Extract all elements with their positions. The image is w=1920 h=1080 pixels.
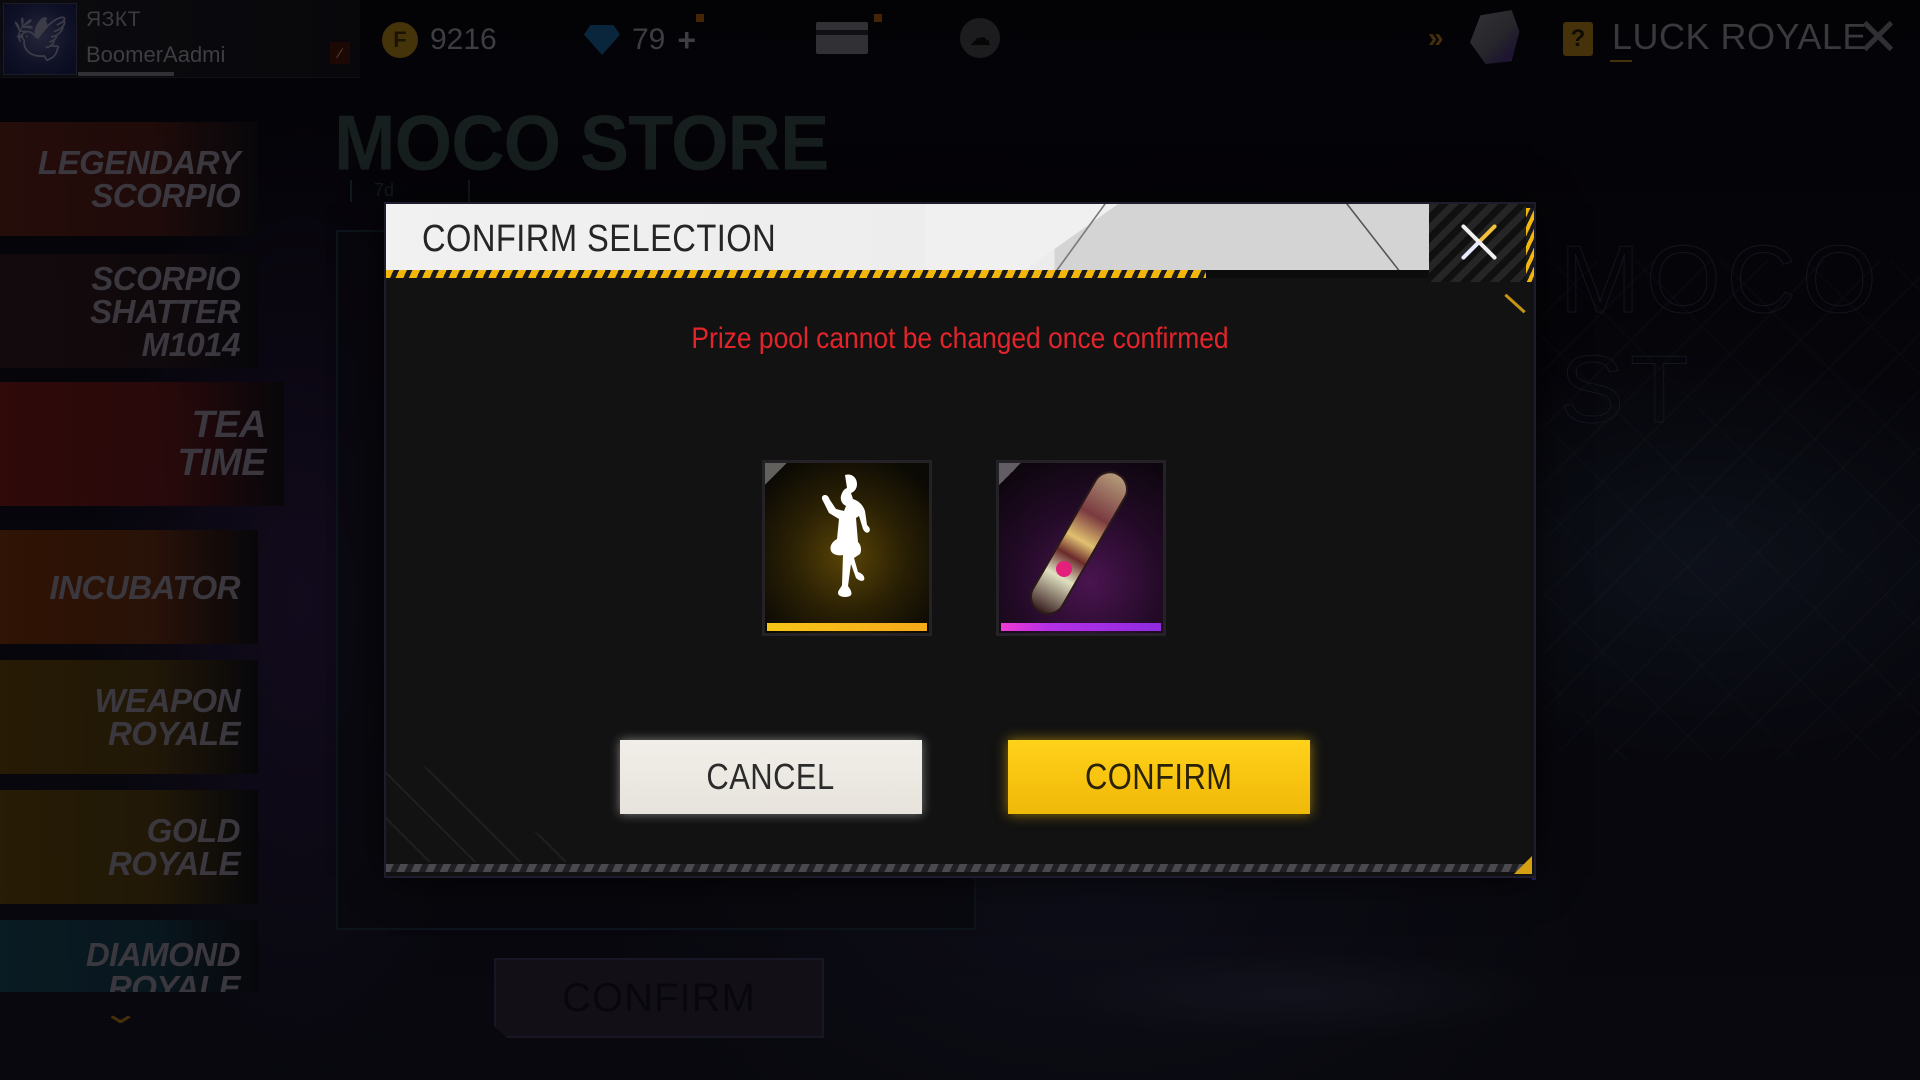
prize-item-emote[interactable] [762, 460, 932, 636]
corner-accent [1504, 293, 1526, 314]
bottom-hazard-stripe [386, 864, 1524, 872]
dialog-header: CONFIRM SELECTION [386, 204, 1429, 272]
confirm-label: CONFIRM [1085, 756, 1233, 797]
cancel-button[interactable]: CANCEL [620, 740, 922, 814]
confirm-selection-dialog: CONFIRM SELECTION Prize pool cannot be c… [386, 204, 1534, 876]
dance-emote-icon [821, 474, 870, 597]
close-button[interactable] [1429, 204, 1526, 282]
rarity-bar-epic [1001, 623, 1161, 631]
dialog-title: CONFIRM SELECTION [422, 218, 777, 260]
cancel-label: CANCEL [706, 756, 836, 797]
skateboard-icon [1023, 464, 1135, 622]
warning-message: Prize pool cannot be changed once confir… [691, 322, 1229, 355]
decorative-lines [386, 744, 586, 862]
header-divider [1346, 204, 1414, 272]
hazard-stripe [386, 270, 1206, 278]
prize-item-skateboard[interactable] [996, 460, 1166, 636]
prize-card [999, 463, 1163, 633]
rarity-bar-legendary [767, 623, 927, 631]
corner-sheen [765, 463, 787, 485]
corner-sheen [999, 463, 1021, 485]
confirm-button[interactable]: CONFIRM [1008, 740, 1310, 814]
header-bottom-bar [1206, 270, 1429, 278]
side-hazard-stripe [1526, 208, 1534, 282]
prize-card [765, 463, 929, 633]
close-icon [1459, 222, 1499, 262]
header-slant [926, 204, 1118, 272]
